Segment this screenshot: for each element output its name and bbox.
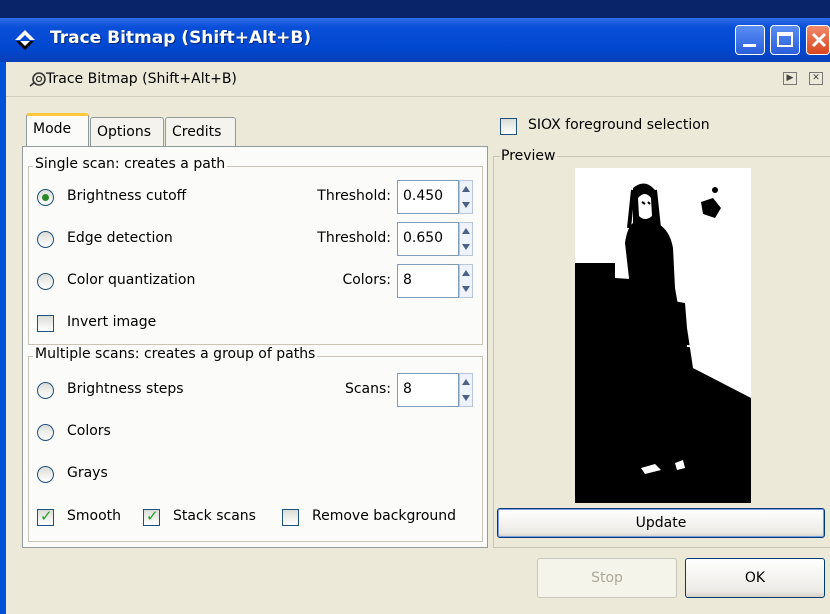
colors-label: Colors — [67, 423, 111, 439]
colors-count-input[interactable]: 8 — [397, 264, 459, 298]
multi-scan-label: Multiple scans: creates a group of paths — [33, 346, 318, 362]
tab-options[interactable]: Options — [90, 117, 164, 147]
edge-detection-radio[interactable] — [37, 231, 54, 248]
brightness-threshold-spinner[interactable]: 0.450 — [397, 180, 473, 214]
scans-input[interactable]: 8 — [397, 373, 459, 407]
edge-detection-label: Edge detection — [67, 230, 173, 246]
remove-background-checkbox[interactable] — [282, 509, 299, 526]
siox-checkbox[interactable] — [500, 118, 517, 135]
maximize-icon — [777, 32, 793, 47]
brightness-cutoff-label: Brightness cutoff — [67, 188, 187, 204]
smooth-label: Smooth — [67, 508, 122, 524]
invert-image-checkbox[interactable] — [37, 315, 54, 332]
checkmark-icon: ✓ — [146, 507, 159, 525]
scans-spinner[interactable]: 8 — [397, 373, 473, 407]
close-icon: ✕ — [812, 73, 820, 83]
spinner-arrows[interactable] — [459, 373, 473, 407]
single-scan-label: Single scan: creates a path — [33, 156, 228, 172]
smooth-checkbox[interactable]: ✓ — [37, 507, 54, 526]
close-icon — [811, 32, 827, 48]
spinner-arrows[interactable] — [459, 222, 473, 256]
update-button[interactable]: Update — [497, 508, 825, 538]
window-title: Trace Bitmap (Shift+Alt+B) — [50, 28, 312, 48]
iconify-button[interactable]: ▶ — [783, 72, 797, 85]
invert-image-label: Invert image — [67, 314, 157, 330]
dock-handle-bar[interactable]: Trace Bitmap (Shift+Alt+B) ▶ ✕ — [6, 62, 830, 97]
stop-button[interactable]: Stop — [537, 558, 677, 598]
color-quantization-label: Color quantization — [67, 272, 196, 288]
tab-credits[interactable]: Credits — [165, 117, 236, 147]
grays-label: Grays — [67, 465, 108, 481]
preview-silhouette — [575, 168, 751, 503]
minimize-button[interactable] — [735, 25, 765, 55]
brightness-steps-radio[interactable] — [37, 382, 54, 399]
down-arrow-icon[interactable] — [462, 202, 470, 208]
remove-background-label: Remove background — [312, 508, 457, 524]
siox-label: SIOX foreground selection — [528, 117, 710, 133]
tab-mode[interactable]: Mode — [26, 113, 89, 147]
up-arrow-icon[interactable] — [462, 186, 470, 192]
stop-label: Stop — [591, 570, 623, 586]
colors-count-spinner[interactable]: 8 — [397, 264, 473, 298]
stack-scans-checkbox[interactable]: ✓ — [143, 507, 160, 526]
up-arrow-icon[interactable] — [462, 270, 470, 276]
down-arrow-icon[interactable] — [462, 244, 470, 250]
inkscape-icon — [15, 30, 35, 50]
update-label: Update — [635, 515, 687, 531]
minimize-icon — [743, 44, 756, 47]
scans-label: Scans: — [344, 381, 391, 397]
ok-label: OK — [744, 570, 766, 586]
play-icon: ▶ — [786, 73, 794, 83]
spinner-arrows[interactable] — [459, 264, 473, 298]
grays-radio[interactable] — [37, 466, 54, 483]
colors-radio[interactable] — [37, 424, 54, 441]
up-arrow-icon[interactable] — [462, 379, 470, 385]
title-bar[interactable]: Trace Bitmap (Shift+Alt+B) — [0, 18, 830, 62]
dock-title: Trace Bitmap (Shift+Alt+B) — [46, 71, 237, 87]
down-arrow-icon[interactable] — [462, 286, 470, 292]
spinner-arrows[interactable] — [459, 180, 473, 214]
close-button[interactable] — [806, 25, 830, 55]
close-panel-button[interactable]: ✕ — [809, 72, 823, 85]
brightness-threshold-input[interactable]: 0.450 — [397, 180, 459, 214]
edge-threshold-label: Threshold: — [317, 230, 391, 246]
preview-label: Preview — [500, 148, 557, 164]
tab-options-label: Options — [97, 124, 152, 140]
mode-tab-panel: Single scan: creates a path Brightness c… — [22, 146, 488, 548]
down-arrow-icon[interactable] — [462, 395, 470, 401]
edge-threshold-spinner[interactable]: 0.650 — [397, 222, 473, 256]
trace-preview-image — [575, 168, 751, 503]
brightness-cutoff-radio[interactable] — [37, 189, 54, 206]
up-arrow-icon[interactable] — [462, 228, 470, 234]
color-quantization-radio[interactable] — [37, 273, 54, 290]
edge-threshold-input[interactable]: 0.650 — [397, 222, 459, 256]
colors-count-label: Colors: — [342, 272, 391, 288]
brightness-threshold-label: Threshold: — [317, 188, 391, 204]
maximize-button[interactable] — [770, 25, 800, 55]
trace-bitmap-window: Trace Bitmap (Shift+Alt+B) Trace Bitmap … — [0, 0, 830, 614]
checkmark-icon: ✓ — [40, 507, 53, 525]
ok-button[interactable]: OK — [685, 558, 825, 598]
brightness-steps-label: Brightness steps — [67, 381, 184, 397]
stack-scans-label: Stack scans — [173, 508, 256, 524]
tab-credits-label: Credits — [172, 124, 222, 140]
tab-mode-label: Mode — [33, 121, 72, 137]
trace-bitmap-icon — [29, 72, 46, 87]
